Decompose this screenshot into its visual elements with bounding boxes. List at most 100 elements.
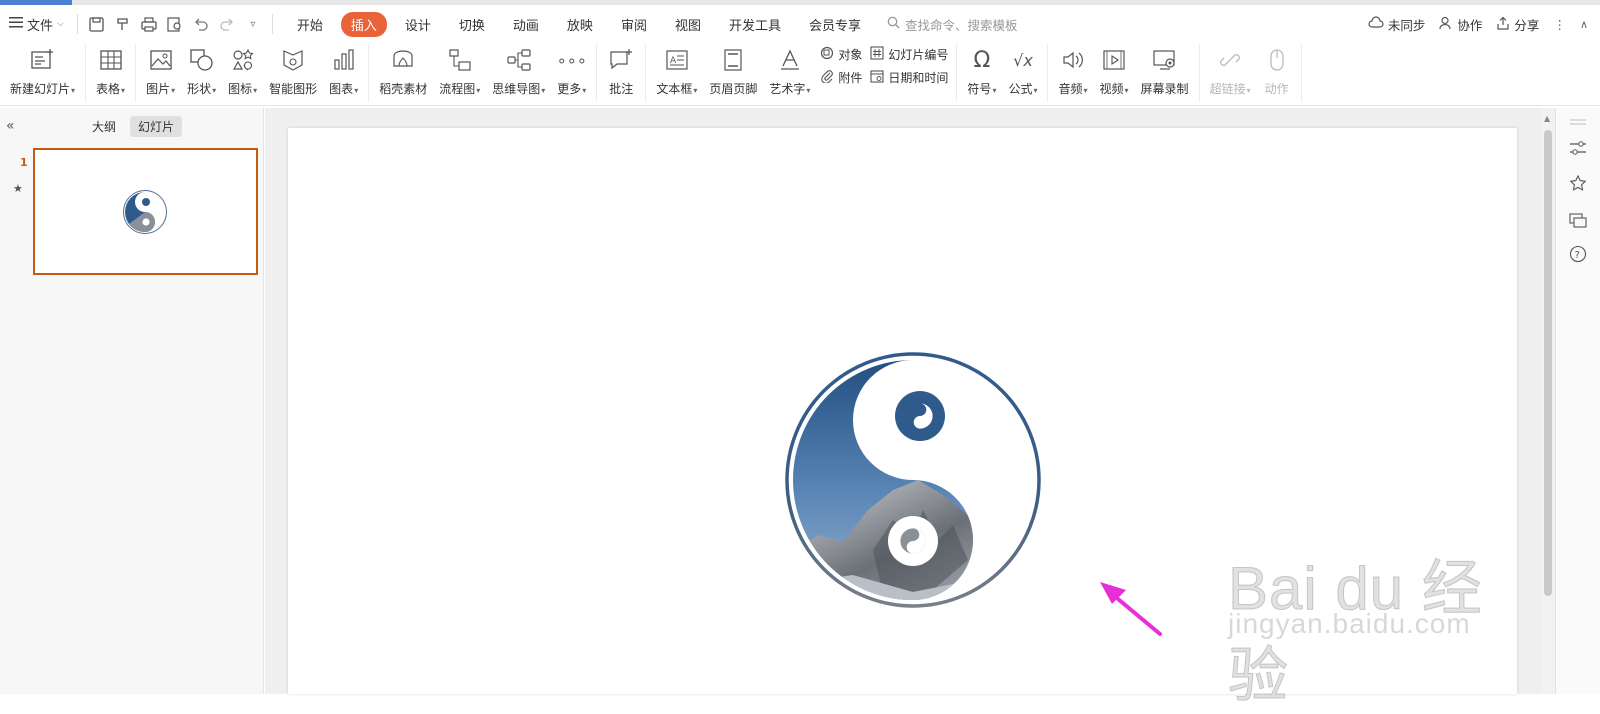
screen-record-button[interactable]: 屏幕录制: [1135, 44, 1195, 99]
baidu-watermark: Bai du 经验 jingyan.baidu.com: [1228, 512, 1528, 710]
collapse-ribbon-icon[interactable]: ∧: [1580, 18, 1588, 31]
print-preview-icon[interactable]: [166, 15, 184, 33]
more-button[interactable]: ∘∘∘ 更多▾: [551, 44, 592, 99]
shape-button[interactable]: 形状▾: [181, 44, 222, 99]
redo-icon[interactable]: [218, 15, 236, 33]
ribbon-toolbar: 新建幻灯片▾ 表格▾ 图片▾ 形状▾ 图标▾ 智能图形 图表▾ 稻壳素材 流程图…: [0, 42, 1600, 106]
share-label: 分享: [1514, 17, 1540, 33]
docer-material-label: 稻壳素材: [379, 82, 428, 96]
table-button[interactable]: 表格▾: [90, 44, 131, 99]
tab-start[interactable]: 开始: [287, 12, 333, 37]
formula-label: 公式: [1008, 82, 1033, 96]
tab-insert[interactable]: 插入: [340, 11, 387, 37]
ribbon-small-buttons-2: 幻灯片编号 日期和时间: [866, 44, 952, 88]
more-options-icon[interactable]: ⋮: [1553, 17, 1566, 32]
dropdown-caret-icon: ▾: [806, 86, 811, 95]
collapse-panel-icon[interactable]: «: [6, 118, 15, 134]
svg-text:?: ?: [1575, 250, 1580, 261]
ribbon-group-illustrations: 图片▾ 形状▾ 图标▾ 智能图形 图表▾: [136, 44, 370, 102]
flowchart-icon: [446, 46, 474, 74]
tab-member[interactable]: 会员专享: [799, 12, 871, 37]
slide-number-button[interactable]: 幻灯片编号: [870, 46, 948, 63]
new-slide-button[interactable]: 新建幻灯片▾: [4, 44, 81, 99]
command-search[interactable]: 查找命令、搜索模板: [887, 15, 1018, 34]
ribbon-group-symbols: Ω 符号▾ √x 公式▾: [957, 44, 1049, 102]
action-button[interactable]: 动作: [1257, 44, 1297, 99]
animation-pane-icon[interactable]: [1568, 174, 1588, 194]
wordart-button[interactable]: 艺术字▾: [763, 44, 816, 99]
scrollbar-thumb[interactable]: [1544, 130, 1552, 596]
sidebar-handle-icon: [1568, 112, 1588, 132]
ribbon-group-text: A 文本框▾ 页眉页脚 艺术字▾ 对象 附件 幻灯片编号 日期和时间: [646, 44, 958, 102]
chart-label: 图表: [329, 82, 354, 96]
smartart-button[interactable]: 智能图形: [263, 44, 323, 99]
textbox-label: 文本框: [656, 82, 693, 96]
help-icon[interactable]: ?: [1568, 244, 1588, 264]
audio-button[interactable]: 音频▾: [1052, 44, 1093, 99]
tab-slideshow[interactable]: 放映: [557, 12, 603, 37]
tab-outline[interactable]: 大纲: [84, 116, 124, 137]
print-icon[interactable]: [140, 15, 158, 33]
comment-button[interactable]: 批注: [601, 44, 641, 99]
date-time-button[interactable]: 日期和时间: [870, 69, 948, 86]
tab-design[interactable]: 设计: [395, 12, 441, 37]
symbol-button[interactable]: Ω 符号▾: [961, 44, 1002, 99]
mindmap-button[interactable]: 思维导图▾: [486, 44, 551, 99]
tab-slides[interactable]: 幻灯片: [130, 116, 183, 137]
slide-thumbnail[interactable]: [33, 148, 258, 275]
header-footer-label: 页眉页脚: [709, 82, 758, 96]
pointer-arrow: [1100, 582, 1162, 636]
chart-button[interactable]: 图表▾: [323, 44, 364, 99]
docer-material-button[interactable]: 稻壳素材: [373, 44, 433, 99]
action-label: 动作: [1264, 82, 1289, 96]
right-tool-sidebar: ?: [1555, 108, 1600, 694]
hyperlink-button[interactable]: 超链接▾: [1204, 44, 1257, 99]
table-label: 表格: [96, 82, 121, 96]
sync-button[interactable]: 未同步: [1368, 15, 1426, 34]
search-icon: [887, 16, 900, 32]
slide-number: 1: [20, 156, 28, 169]
hyperlink-label: 超链接: [1209, 82, 1246, 96]
tab-animation[interactable]: 动画: [503, 12, 549, 37]
dropdown-caret-icon: ▾: [212, 86, 217, 95]
tab-developer[interactable]: 开发工具: [719, 12, 791, 37]
ribbon-group-comment: 批注: [597, 44, 647, 102]
paperclip-icon: [820, 69, 834, 86]
header-footer-button[interactable]: 页眉页脚: [703, 44, 763, 99]
textbox-button[interactable]: A 文本框▾: [650, 44, 703, 99]
tab-transition[interactable]: 切换: [449, 12, 495, 37]
slide-transition-icon[interactable]: [1568, 210, 1588, 230]
scroll-up-icon[interactable]: ▲: [1544, 114, 1550, 123]
comment-icon: [607, 46, 635, 74]
attachment-button[interactable]: 附件: [820, 69, 862, 86]
properties-icon[interactable]: [1568, 138, 1588, 158]
progress-segment: [0, 0, 72, 5]
object-button[interactable]: 对象: [820, 46, 862, 63]
ribbon-small-buttons-1: 对象 附件: [816, 44, 866, 88]
vertical-scrollbar[interactable]: ▲: [1541, 108, 1555, 694]
collaborate-label: 协作: [1457, 17, 1483, 33]
video-button[interactable]: 视频▾: [1094, 44, 1135, 99]
taiji-picture[interactable]: [783, 350, 1043, 610]
picture-button[interactable]: 图片▾: [140, 44, 181, 99]
wordart-label: 艺术字: [769, 82, 806, 96]
formula-button[interactable]: √x 公式▾: [1002, 44, 1043, 99]
icon-button[interactable]: 图标▾: [222, 44, 263, 99]
tab-view[interactable]: 视图: [665, 12, 711, 37]
icon-library-icon: [229, 46, 257, 74]
screen-record-icon: [1151, 46, 1179, 74]
customize-toolbar-icon[interactable]: ▿: [244, 15, 262, 33]
tab-review[interactable]: 审阅: [611, 12, 657, 37]
video-icon: [1100, 46, 1128, 74]
save-icon[interactable]: [88, 15, 106, 33]
flowchart-button[interactable]: 流程图▾: [433, 44, 486, 99]
yang-dot: [888, 516, 938, 566]
sync-label: 未同步: [1387, 17, 1426, 33]
undo-icon[interactable]: [192, 15, 210, 33]
formula-icon: √x: [1013, 50, 1033, 70]
format-painter-icon[interactable]: [114, 15, 132, 33]
share-button[interactable]: 分享: [1496, 15, 1539, 34]
file-menu[interactable]: 文件 ⌵: [0, 11, 73, 37]
dropdown-caret-icon: ▾: [1083, 86, 1088, 95]
collaborate-button[interactable]: 协作: [1439, 15, 1482, 34]
